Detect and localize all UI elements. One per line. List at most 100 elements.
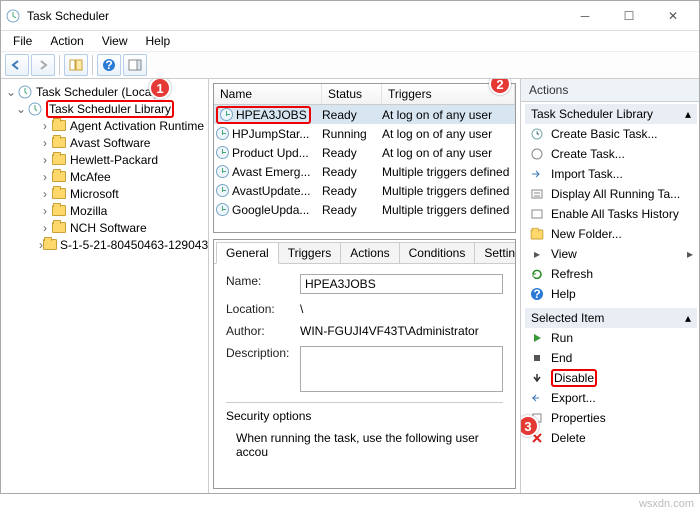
- tree-item[interactable]: ›NCH Software: [3, 219, 206, 236]
- tab-triggers[interactable]: Triggers: [278, 242, 342, 263]
- center-pane: Name Status Triggers HPEA3JOBSReadyAt lo…: [209, 79, 521, 493]
- panes-icon[interactable]: [64, 54, 88, 76]
- desc-label: Description:: [226, 346, 300, 392]
- desc-field[interactable]: [300, 346, 503, 392]
- tab-settings[interactable]: Settings: [474, 242, 516, 263]
- tree-item[interactable]: ›Hewlett-Packard: [3, 151, 206, 168]
- action-new-folder[interactable]: New Folder...: [525, 224, 697, 244]
- tree-item[interactable]: ›S-1-5-21-80450463-1290439094: [3, 236, 206, 253]
- action-icon: ?: [529, 287, 545, 301]
- action-pane-icon[interactable]: [123, 54, 147, 76]
- action-create-basic-task[interactable]: Create Basic Task...: [525, 124, 697, 144]
- folder-icon: [43, 238, 57, 252]
- action-create-task[interactable]: Create Task...: [525, 144, 697, 164]
- tree-item-label: Agent Activation Runtime: [70, 119, 204, 133]
- tree-item-label: McAfee: [70, 170, 111, 184]
- tab-conditions[interactable]: Conditions: [399, 242, 476, 263]
- folder-icon: [51, 119, 67, 133]
- task-row[interactable]: GoogleUpda...ReadyMultiple triggers defi…: [214, 200, 515, 219]
- tree-root[interactable]: ⌄ Task Scheduler (Local): [3, 83, 206, 100]
- actions-header: Actions: [521, 79, 699, 102]
- col-name[interactable]: Name: [214, 84, 322, 104]
- col-status[interactable]: Status: [322, 84, 382, 104]
- action-properties[interactable]: Properties: [525, 408, 697, 428]
- maximize-button[interactable]: ☐: [607, 2, 651, 30]
- list-header: Name Status Triggers: [214, 84, 515, 105]
- tree-item[interactable]: ›Avast Software: [3, 134, 206, 151]
- tree-item[interactable]: ›Agent Activation Runtime: [3, 117, 206, 134]
- task-list: Name Status Triggers HPEA3JOBSReadyAt lo…: [213, 83, 516, 233]
- name-field[interactable]: [300, 274, 503, 294]
- task-status: Ready: [322, 146, 382, 160]
- action-icon: [529, 168, 545, 180]
- author-value: WIN-FGUJI4VF43T\Administrator: [300, 324, 503, 338]
- task-status: Ready: [322, 184, 382, 198]
- action-icon: [529, 208, 545, 220]
- tree-item-label: NCH Software: [70, 221, 147, 235]
- author-label: Author:: [226, 324, 300, 338]
- help-icon[interactable]: ?: [97, 54, 121, 76]
- action-help[interactable]: ?Help: [525, 284, 697, 304]
- action-run[interactable]: Run: [525, 328, 697, 348]
- task-row[interactable]: AvastUpdate...ReadyMultiple triggers def…: [214, 181, 515, 200]
- tree-item-label: Hewlett-Packard: [70, 153, 158, 167]
- folder-icon: [51, 204, 67, 218]
- minimize-button[interactable]: ─: [563, 2, 607, 30]
- security-options-label: Security options: [226, 409, 503, 423]
- tree-item[interactable]: ›Microsoft: [3, 185, 206, 202]
- action-icon: [529, 332, 545, 344]
- tree-item-label: Microsoft: [70, 187, 119, 201]
- action-refresh[interactable]: Refresh: [525, 264, 697, 284]
- task-name: HPJumpStar...: [216, 127, 322, 141]
- svg-text:?: ?: [533, 287, 540, 301]
- folder-icon: [51, 221, 67, 235]
- tree-library[interactable]: ⌄ Task Scheduler Library: [3, 100, 206, 117]
- action-label: Enable All Tasks History: [551, 207, 679, 221]
- tree-item[interactable]: ›Mozilla: [3, 202, 206, 219]
- action-label: View: [551, 247, 577, 261]
- action-view[interactable]: ▸View▸: [525, 244, 697, 264]
- detail-pane: General Triggers Actions Conditions Sett…: [213, 239, 516, 489]
- action-label: New Folder...: [551, 227, 622, 241]
- action-export[interactable]: Export...: [525, 388, 697, 408]
- action-enable-all-tasks-history[interactable]: Enable All Tasks History: [525, 204, 697, 224]
- task-status: Ready: [322, 108, 382, 122]
- tree-item-label: Avast Software: [70, 136, 150, 150]
- forward-icon[interactable]: [31, 54, 55, 76]
- task-row[interactable]: Product Upd...ReadyAt log on of any user: [214, 143, 515, 162]
- group-selected-header[interactable]: Selected Item▴: [525, 308, 697, 328]
- action-disable[interactable]: Disable: [525, 368, 697, 388]
- task-row[interactable]: HPEA3JOBSReadyAt log on of any user: [214, 105, 515, 124]
- tree-item[interactable]: ›McAfee: [3, 168, 206, 185]
- task-name: AvastUpdate...: [216, 184, 322, 198]
- action-icon: [529, 392, 545, 404]
- watermark: wsxdn.com: [639, 498, 694, 510]
- tab-actions[interactable]: Actions: [340, 242, 399, 263]
- task-status: Ready: [322, 203, 382, 217]
- menu-file[interactable]: File: [5, 32, 40, 50]
- menu-action[interactable]: Action: [42, 32, 91, 50]
- tab-general[interactable]: General: [216, 242, 279, 264]
- action-display-all-running-ta[interactable]: Display All Running Ta...: [525, 184, 697, 204]
- menu-view[interactable]: View: [94, 32, 136, 50]
- tree-item-label: S-1-5-21-80450463-1290439094: [60, 238, 209, 252]
- close-button[interactable]: ✕: [651, 2, 695, 30]
- task-trigger: At log on of any user: [382, 127, 513, 141]
- task-row[interactable]: HPJumpStar...RunningAt log on of any use…: [214, 124, 515, 143]
- menu-help[interactable]: Help: [138, 32, 179, 50]
- security-options-text: When running the task, use the following…: [226, 431, 503, 459]
- action-end[interactable]: End: [525, 348, 697, 368]
- task-trigger: At log on of any user: [382, 108, 513, 122]
- back-icon[interactable]: [5, 54, 29, 76]
- task-row[interactable]: Avast Emerg...ReadyMultiple triggers def…: [214, 162, 515, 181]
- task-name: Product Upd...: [216, 146, 322, 160]
- action-delete[interactable]: Delete: [525, 428, 697, 448]
- task-trigger: Multiple triggers defined: [382, 184, 513, 198]
- action-label: Display All Running Ta...: [551, 187, 680, 201]
- task-icon: [220, 108, 233, 121]
- action-label: Export...: [551, 391, 596, 405]
- group-library-header[interactable]: Task Scheduler Library▴: [525, 104, 697, 124]
- action-import-task[interactable]: Import Task...: [525, 164, 697, 184]
- action-icon: [529, 372, 545, 384]
- action-icon: [529, 147, 545, 161]
